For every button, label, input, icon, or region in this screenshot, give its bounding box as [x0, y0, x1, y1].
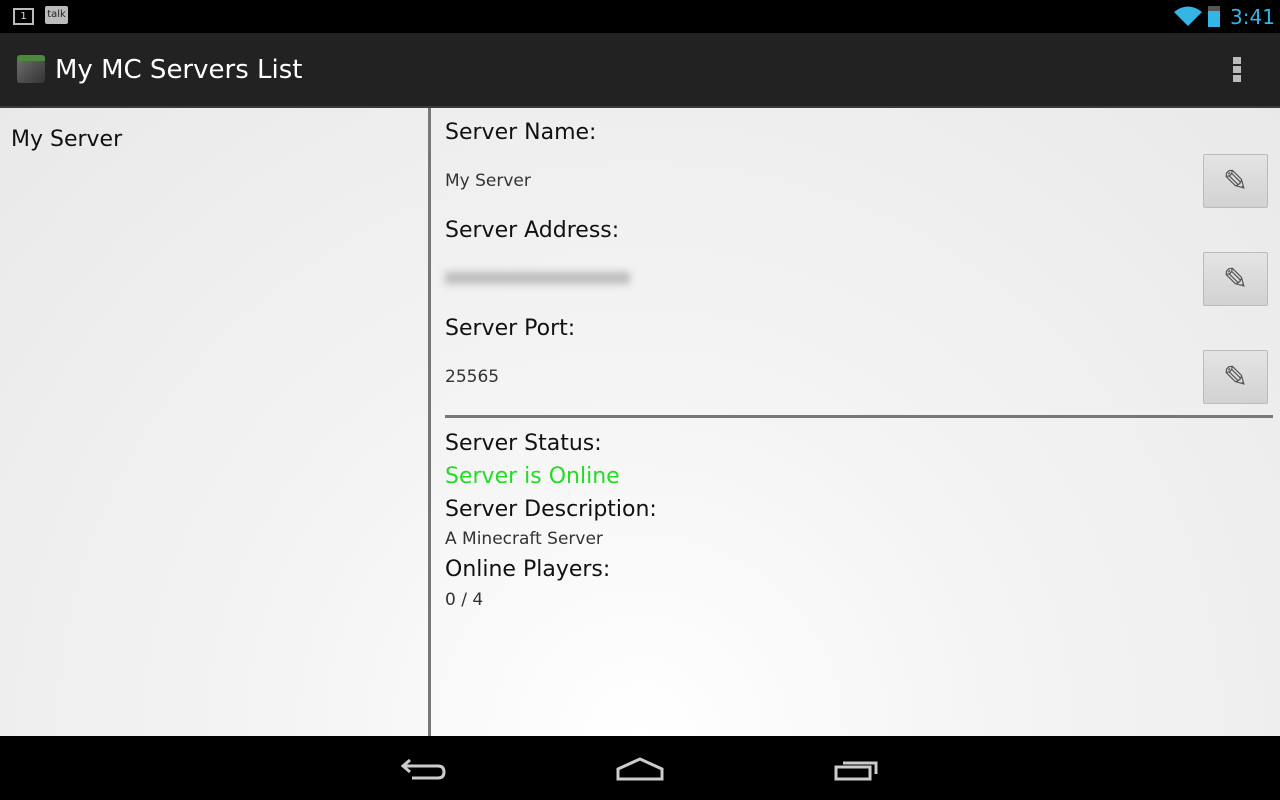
home-icon[interactable] [615, 756, 665, 782]
server-address-value-blurred [445, 272, 630, 284]
server-list: My Server [0, 108, 428, 736]
action-bar: My MC Servers List [0, 33, 1280, 108]
battery-icon [1208, 6, 1220, 27]
server-status-label: Server Status: [445, 431, 602, 456]
section-divider [445, 415, 1273, 418]
notification-count-icon: 1 [13, 8, 34, 25]
server-port-label: Server Port: [445, 316, 576, 341]
list-item[interactable]: My Server [11, 127, 122, 152]
edit-name-button[interactable]: ✎ [1203, 154, 1268, 208]
server-name-value: My Server [445, 171, 531, 191]
clock: 3:41 [1230, 5, 1275, 29]
edit-address-button[interactable]: ✎ [1203, 252, 1268, 306]
server-address-label: Server Address: [445, 218, 620, 243]
online-players-label: Online Players: [445, 557, 611, 582]
pencil-icon: ✎ [1222, 163, 1249, 199]
online-players-value: 0 / 4 [445, 590, 484, 610]
overflow-menu-icon[interactable] [1233, 57, 1241, 82]
pencil-icon: ✎ [1222, 359, 1249, 395]
navigation-bar [0, 736, 1280, 800]
back-icon[interactable] [400, 756, 448, 782]
talk-icon: talk [45, 6, 68, 24]
pane-divider [428, 108, 431, 736]
server-port-value: 25565 [445, 367, 500, 387]
server-name-label: Server Name: [445, 120, 597, 145]
server-description-value: A Minecraft Server [445, 529, 603, 549]
app-logo-icon [17, 55, 45, 83]
edit-port-button[interactable]: ✎ [1203, 350, 1268, 404]
app-title: My MC Servers List [55, 55, 303, 85]
recent-apps-icon[interactable] [833, 756, 881, 782]
server-description-label: Server Description: [445, 497, 657, 522]
pencil-icon: ✎ [1222, 261, 1249, 297]
server-status-value: Server is Online [445, 464, 620, 489]
wifi-icon [1174, 6, 1202, 26]
status-bar: 1 talk 3:41 [0, 0, 1280, 33]
